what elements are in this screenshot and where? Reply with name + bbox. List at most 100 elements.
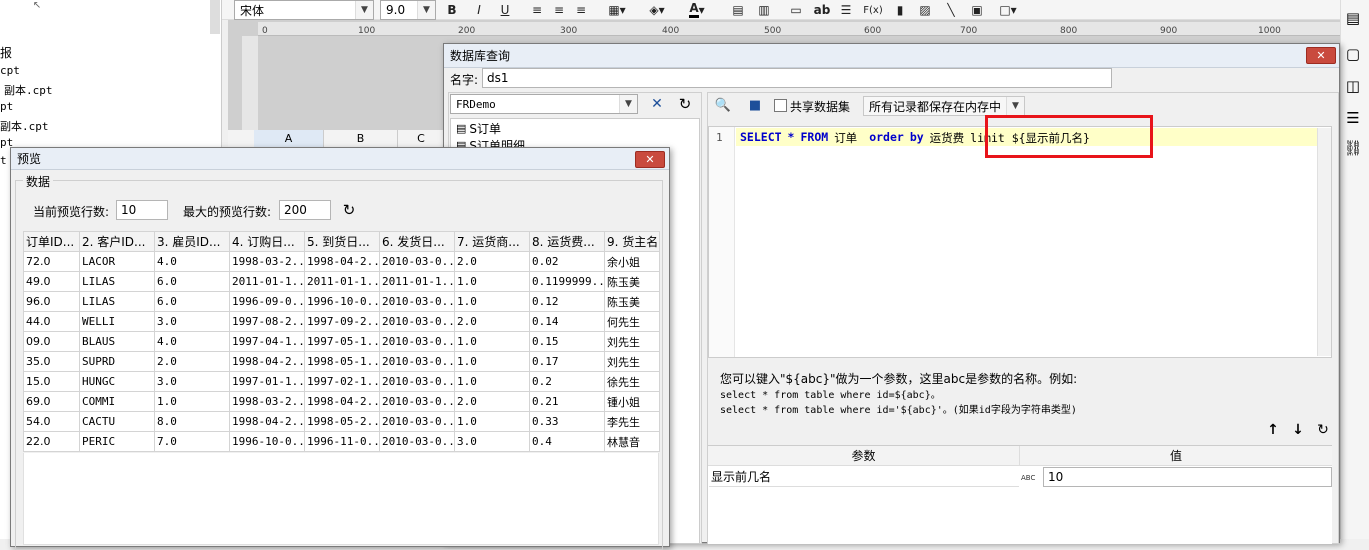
table-cell[interactable]: 1997-01-1... (229, 371, 305, 392)
table-cell[interactable]: 1998-05-2... (304, 411, 380, 432)
table-cell[interactable]: 1.0 (454, 351, 530, 372)
table-cell[interactable]: 1997-02-1... (304, 371, 380, 392)
border-icon[interactable]: ▦▾ (604, 0, 630, 20)
table-cell[interactable]: 2010-03-0... (379, 311, 455, 332)
table-row[interactable]: 35.0 SUPRD 2.0 1998-04-2... 1998-05-1... 2010… (23, 351, 660, 372)
table-cell[interactable]: 09.0 (23, 331, 80, 352)
db-query-close-button[interactable]: ✕ (1306, 47, 1336, 64)
chevron-down-icon[interactable]: ▼ (1006, 97, 1024, 115)
table-cell[interactable]: 2.0 (454, 391, 530, 412)
table-cell[interactable]: 35.0 (23, 351, 80, 372)
table-cell[interactable]: BLAUS (79, 331, 155, 352)
move-up-icon[interactable]: ↑ (1264, 421, 1282, 439)
widget-properties-icon[interactable]: ▢ (1342, 44, 1364, 64)
table-row[interactable]: 96.0 LILAS 6.0 1996-09-0... 1996-10-0... 2010… (23, 291, 660, 312)
textbox-icon[interactable]: ▭ (788, 0, 804, 20)
table-cell[interactable]: 林慧音 (604, 431, 660, 452)
table-cell[interactable]: 0.12 (529, 291, 605, 312)
table-cell[interactable]: 1997-09-2... (304, 311, 380, 332)
name-input[interactable]: ds1 (482, 68, 1112, 88)
table-cell[interactable]: 1.0 (454, 371, 530, 392)
column-header-a[interactable]: A (254, 130, 324, 148)
table-cell[interactable]: 2010-03-0... (379, 351, 455, 372)
paragraph-icon[interactable]: ☰ (838, 0, 854, 20)
table-row[interactable]: 49.0 LILAS 6.0 2011-01-1... 2011-01-1... 2011… (23, 271, 660, 292)
column-header[interactable]: 3. 雇员ID... (154, 231, 230, 252)
table-cell[interactable]: 1998-04-2... (304, 251, 380, 272)
left-tree-item[interactable]: cpt (0, 64, 20, 77)
table-cell[interactable]: 1998-04-2... (229, 411, 305, 432)
table-cell[interactable]: 2010-03-0... (379, 371, 455, 392)
table-cell[interactable]: 1.0 (154, 391, 230, 412)
table-cell[interactable]: 陈玉美 (604, 291, 660, 312)
table-cell[interactable]: 72.0 (23, 251, 80, 272)
param-type-icon[interactable]: ABC (1021, 470, 1041, 486)
table-cell[interactable]: 1997-08-2... (229, 311, 305, 332)
table-cell[interactable]: LACOR (79, 251, 155, 272)
table-row[interactable]: 72.0 LACOR 4.0 1998-03-2... 1998-04-2... 2010… (23, 251, 660, 272)
current-rows-input[interactable]: 10 (116, 200, 168, 220)
table-cell[interactable]: 2011-01-1... (379, 271, 455, 292)
left-tree-item[interactable]: 副本.cpt (4, 82, 53, 98)
text-color-button[interactable]: A ▾ (682, 0, 712, 20)
table-row[interactable]: 54.0 CACTU 8.0 1998-04-2... 1998-05-2... 2010… (23, 411, 660, 432)
column-header-b[interactable]: B (324, 130, 398, 148)
save-icon[interactable]: ■ (746, 96, 764, 114)
table-cell[interactable]: 0.2 (529, 371, 605, 392)
table-cell[interactable]: 1998-03-2... (229, 391, 305, 412)
column-header[interactable]: 8. 运货费... (529, 231, 605, 252)
table-cell[interactable]: 49.0 (23, 271, 80, 292)
bold-button[interactable]: B (443, 0, 461, 20)
table-cell[interactable]: 1997-05-1... (304, 331, 380, 352)
column-header[interactable]: 2. 客户ID... (79, 231, 155, 252)
table-cell[interactable]: 4.0 (154, 331, 230, 352)
table-cell[interactable]: 2010-03-0... (379, 331, 455, 352)
table-cell[interactable]: 0.15 (529, 331, 605, 352)
preview-icon[interactable]: 🔍 (714, 96, 732, 114)
table-cell[interactable]: 6.0 (154, 291, 230, 312)
table-cell[interactable]: 0.02 (529, 251, 605, 272)
table-cell[interactable]: 2011-01-1... (304, 271, 380, 292)
ab-button[interactable]: ab (812, 0, 832, 20)
font-size-select[interactable]: 9.0 ▼ (380, 0, 436, 20)
refresh-icon[interactable]: ↻ (674, 94, 696, 114)
table-cell[interactable]: LILAS (79, 291, 155, 312)
db-query-titlebar[interactable]: 数据库查询 (444, 44, 1339, 68)
widget-icon[interactable]: ▣ (968, 0, 986, 20)
left-tree-item[interactable]: t (0, 154, 7, 167)
sql-editor[interactable] (708, 126, 1332, 358)
table-cell[interactable]: 李先生 (604, 411, 660, 432)
table-cell[interactable]: 44.0 (23, 311, 80, 332)
table-cell[interactable]: 1.0 (454, 271, 530, 292)
chevron-down-icon[interactable]: ▼ (417, 1, 435, 19)
table-cell[interactable]: 1996-10-0... (304, 291, 380, 312)
column-header[interactable]: 4. 订购日... (229, 231, 305, 252)
table-cell[interactable]: 1996-10-0... (229, 431, 305, 452)
cell-properties-icon[interactable]: ▤ (1342, 8, 1364, 28)
align-left-icon[interactable]: ≡ (528, 0, 546, 20)
preview-titlebar[interactable]: 预览 (11, 148, 669, 170)
table-row[interactable]: 09.0 BLAUS 4.0 1997-04-1... 1997-05-1... 2010… (23, 331, 660, 352)
table-cell[interactable]: 锺小姐 (604, 391, 660, 412)
refresh-icon[interactable]: ↻ (339, 200, 359, 220)
column-header-c[interactable]: C (398, 130, 444, 148)
table-cell[interactable]: 0.1199999... (529, 271, 605, 292)
share-checkbox[interactable] (774, 99, 787, 112)
table-row[interactable]: 22.0 PERIC 7.0 1996-10-0... 1996-11-0... 2010… (23, 431, 660, 452)
table-cell[interactable]: 1998-04-2... (304, 391, 380, 412)
table-cell[interactable]: 2010-03-0... (379, 411, 455, 432)
table-cell[interactable]: 0.4 (529, 431, 605, 452)
column-header[interactable]: 订单ID... (23, 231, 80, 252)
move-down-icon[interactable]: ↓ (1289, 421, 1307, 439)
table-cell[interactable]: 2.0 (454, 251, 530, 272)
table-cell[interactable]: 1998-03-2... (229, 251, 305, 272)
table-cell[interactable]: CACTU (79, 411, 155, 432)
table-cell[interactable]: LILAS (79, 271, 155, 292)
table-cell[interactable]: 2011-01-1... (229, 271, 305, 292)
cache-mode-select[interactable]: 所有记录都保存在内存中 ▼ (863, 96, 1025, 116)
table-cell[interactable]: 2010-03-0... (379, 251, 455, 272)
merge-icon[interactable]: ▤ (730, 0, 746, 20)
hyperlink-icon[interactable]: ⛓ (1342, 138, 1364, 158)
split-icon[interactable]: ▥ (756, 0, 772, 20)
table-cell[interactable]: 何先生 (604, 311, 660, 332)
